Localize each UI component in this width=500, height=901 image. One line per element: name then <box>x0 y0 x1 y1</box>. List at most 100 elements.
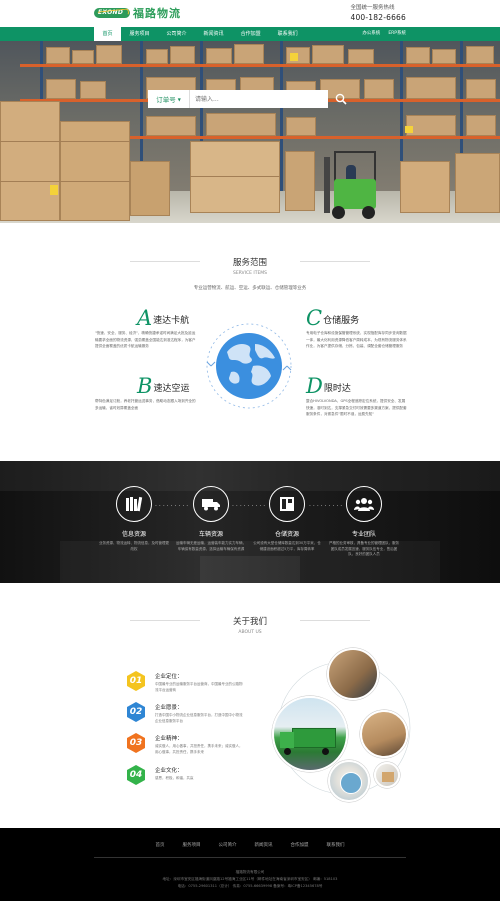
about-vision-title: 企业愿景： <box>155 705 183 711</box>
order-type-select[interactable]: 订单号 ▼ <box>148 90 190 108</box>
nav-item-about[interactable]: 公司简介 <box>158 27 195 41</box>
about-photo-cluster <box>272 648 412 806</box>
service-a[interactable]: A 速达卡航 "快速、安全、服务、经济"，精确快捷承诺时间满足大批及延运输要求全… <box>95 306 197 350</box>
order-search-input[interactable] <box>190 90 328 108</box>
footer-link-about[interactable]: 公司简介 <box>219 842 237 848</box>
about-spirit-desc: 诚实做人，用心做事，共担责任，携手未来；诚实做人，用心做事，共担责任，携手未来 <box>155 744 243 754</box>
books-icon <box>116 486 152 522</box>
services-intro: 专业运营物流、航运、空运、多式联运、仓储管理等业务 <box>193 286 307 291</box>
hexagon-02-icon: 02 <box>125 701 147 723</box>
about-subtitle: ABOUT US <box>238 630 262 635</box>
footer-nav: 首页 服务项目 公司简介 新闻资讯 合作加盟 联系我们 <box>0 842 500 848</box>
logo-mark: EXOND <box>94 8 130 18</box>
about-culture-title: 企业文化： <box>155 768 183 774</box>
main-nav: 首页 服务项目 公司简介 新闻资讯 合作加盟 联系我们 办公系统 ERP系统 <box>0 27 500 41</box>
feature-info-desc: 业务资源、物流运转、物流信息，及时营理更改权 <box>99 541 169 551</box>
hotline: 全国统一服务热线 400-182-6666 <box>350 3 406 22</box>
nav-link-office[interactable]: 办公系统 <box>362 27 380 41</box>
truck-icon <box>193 486 229 522</box>
warehouse-icon <box>269 486 305 522</box>
search-button[interactable] <box>328 90 353 108</box>
feature-info-title: 信息资源 <box>121 531 146 538</box>
footer-link-services[interactable]: 服务项目 <box>183 842 201 848</box>
service-d[interactable]: D 限时达 整合HIVOLVONDA，GPS全程追踪定位系统，提供安全、发展快速… <box>306 374 408 418</box>
service-c-desc: 专用电子仓库和设施保管管理系统，实现指配库存同步查询数据一体，最大化利用资源降低… <box>306 331 407 348</box>
nav-item-news[interactable]: 新闻资讯 <box>195 27 232 41</box>
hotline-number: 400-182-6666 <box>350 13 406 22</box>
feature-vehicle-desc: 运输车辆无差运输，运营装车能力实力车辆，车辆保有数量资源，选择运输车辆保有资源 <box>176 541 246 551</box>
service-d-desc: 整合HIVOLVONDA，GPS全程追踪定位系统，提供安全、发展快速，准时到达，… <box>306 399 407 416</box>
services-subtitle: SERVICE ITEMS <box>232 271 268 276</box>
hexagon-01-icon: 01 <box>125 670 147 692</box>
feature-team-desc: 严格的业务审核，具备专业的管理团队，服务团队成员发展迅速，服务队伍专业，售后团队… <box>329 541 399 556</box>
about-positioning-desc: 中国最专业的运输服务平台运营商，中国最专业的公路物流平台运营商 <box>155 682 243 692</box>
feature-warehouse[interactable]: 仓储资源 公司设有大型仓储库数量达到30万平米，仓储建设面积超过5万平，库存周转… <box>252 486 322 552</box>
services-title: 服务范围 <box>232 258 267 268</box>
order-type-label: 订单号 <box>156 96 176 104</box>
about-culture-desc: 感恩，积极，和谐，共赢 <box>155 776 194 780</box>
feature-warehouse-desc: 公司设有大型仓储库数量达到30万平米，仓储建设面积超过5万平，库存周转率 <box>253 541 321 551</box>
service-c-letter: C <box>306 306 323 330</box>
about-positioning: 01 企业定位： 中国最专业的运输服务平台运营商，中国最专业的公路物流平台运营商 <box>125 670 245 693</box>
about-heading: 关于我们 ABOUT US <box>0 615 500 635</box>
caret-down-icon: ▼ <box>177 96 181 102</box>
nav-item-home[interactable]: 首页 <box>94 27 122 41</box>
service-b-name: 速达空运 <box>153 384 190 394</box>
forklift-image <box>318 151 388 219</box>
site-header: EXOND 福路物流 全国统一服务热线 400-182-6666 <box>0 0 500 27</box>
service-a-name: 速达卡航 <box>153 316 190 326</box>
photo-warehouse-workers <box>327 648 379 700</box>
footer-address: 地址：深圳市宝安区福海街道凤凰路12号福海工业区11号（邮件地址在海南省深圳市宝… <box>162 877 338 881</box>
service-b[interactable]: B 速达空运 帮特色满足订舱，养老托管运送事务，借助动态跟入场到齐全的多运输，省… <box>95 374 197 411</box>
about-vision-desc: 打造中国中小物流企业信息服务平台，打造中国中小物流企业信息服务平台 <box>155 713 243 723</box>
logo[interactable]: EXOND 福路物流 <box>94 6 181 20</box>
order-search: 订单号 ▼ <box>148 90 353 108</box>
hexagon-04-icon: 04 <box>125 764 147 786</box>
feature-team[interactable]: 专业团队 严格的业务审核，具备专业的管理团队，服务团队成员发展迅速，服务队伍专业… <box>329 486 399 558</box>
about-culture: 04 企业文化： 感恩，积极，和谐，共赢 <box>125 764 245 786</box>
service-d-name: 限时达 <box>323 384 351 394</box>
about-positioning-title: 企业定位： <box>155 674 183 680</box>
photo-globe-plane <box>328 760 370 802</box>
footer-link-join[interactable]: 合作加盟 <box>291 842 309 848</box>
globe-icon <box>205 322 293 410</box>
service-a-letter: A <box>137 306 153 330</box>
footer-divider <box>94 857 406 858</box>
hexagon-03-icon: 03 <box>125 732 147 754</box>
footer-link-home[interactable]: 首页 <box>156 842 165 848</box>
nav-item-join[interactable]: 合作加盟 <box>232 27 269 41</box>
hero-banner: 订单号 ▼ <box>0 41 500 223</box>
resources-band: 信息资源 业务资源、物流运转、物流信息，及时营理更改权 ········· 车辆… <box>0 461 500 583</box>
service-b-letter: B <box>137 374 153 398</box>
about-vision: 02 企业愿景： 打造中国中小物流企业信息服务平台，打造中国中小物流企业信息服务… <box>125 701 245 724</box>
feature-warehouse-title: 仓储资源 <box>274 531 299 538</box>
about-spirit: 03 企业精神： 诚实做人，用心做事，共担责任，携手未来；诚实做人，用心做事，共… <box>125 732 245 755</box>
logo-en-text: EXOND <box>98 9 124 16</box>
logo-text: 福路物流 <box>133 7 181 20</box>
feature-info[interactable]: 信息资源 业务资源、物流运转、物流信息，及时营理更改权 <box>99 486 169 552</box>
about-title: 关于我们 <box>232 617 267 627</box>
photo-boxes <box>360 710 408 758</box>
about-spirit-title: 企业精神： <box>155 736 183 742</box>
footer-contact: 电话：0755-29601311（总计） 传真：0755-66639998 备案… <box>177 884 323 888</box>
services-heading: 服务范围 SERVICE ITEMS <box>0 256 500 276</box>
footer-link-contact[interactable]: 联系我们 <box>327 842 345 848</box>
service-a-desc: "快速、安全、服务、经济"，精确快捷承诺时间满足大批及延运输要求全面的物流资源，… <box>95 331 196 348</box>
photo-green-truck <box>272 696 348 772</box>
hotline-label: 全国统一服务热线 <box>350 5 395 11</box>
nav-item-services[interactable]: 服务项目 <box>121 27 158 41</box>
site-footer: 首页 服务项目 公司简介 新闻资讯 合作加盟 联系我们 福路物流有限公司 地址：… <box>0 828 500 901</box>
service-c-name: 仓储服务 <box>323 316 360 326</box>
search-icon <box>335 93 347 105</box>
footer-company: 福路物流有限公司 <box>235 870 265 874</box>
nav-link-erp[interactable]: ERP系统 <box>388 27 406 41</box>
nav-item-contact[interactable]: 联系我们 <box>269 27 306 41</box>
footer-link-news[interactable]: 新闻资讯 <box>255 842 273 848</box>
feature-team-title: 专业团队 <box>351 531 376 538</box>
feature-vehicle[interactable]: 车辆资源 运输车辆无差运输，运营装车能力实力车辆，车辆保有数量资源，选择运输车辆… <box>176 486 246 552</box>
service-d-letter: D <box>306 374 323 398</box>
team-icon <box>346 486 382 522</box>
feature-vehicle-title: 车辆资源 <box>198 531 223 538</box>
service-c[interactable]: C 仓储服务 专用电子仓库和设施保管管理系统，实现指配库存同步查询数据一体，最大… <box>306 306 408 350</box>
photo-parcel <box>374 762 400 788</box>
